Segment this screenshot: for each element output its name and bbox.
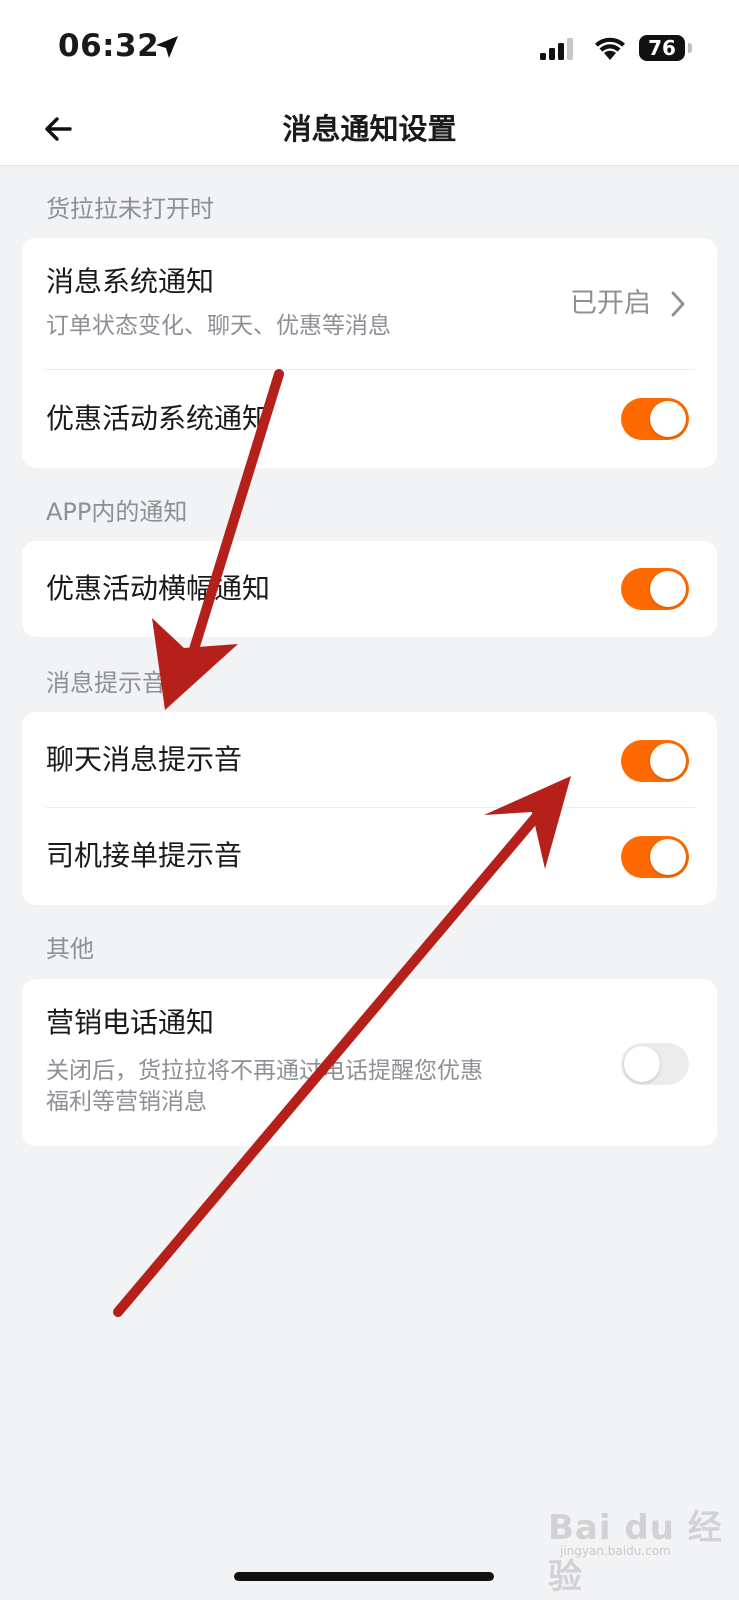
row-title: 聊天消息提示音: [46, 743, 243, 776]
toggle-knob: [650, 571, 686, 607]
card-sound: 聊天消息提示音 司机接单提示音: [22, 712, 717, 905]
row-driver-sound: 司机接单提示音: [22, 808, 717, 905]
row-system-notification[interactable]: 消息系统通知 订单状态变化、聊天、优惠等消息 已开启: [22, 238, 717, 370]
wifi-icon: [595, 37, 625, 60]
row-chat-sound: 聊天消息提示音: [22, 712, 717, 808]
toggle-knob: [650, 401, 686, 437]
row-title: 消息系统通知: [46, 265, 215, 298]
card-other: 营销电话通知 关闭后，货拉拉将不再通过电话提醒您优惠 福利等营销消息: [22, 979, 717, 1146]
home-indicator[interactable]: [234, 1572, 494, 1581]
watermark-url: jingyan.baidu.com: [560, 1544, 671, 1558]
toggle-switch-promo-system[interactable]: [621, 398, 689, 440]
section-label-sound: 消息提示音: [46, 669, 166, 697]
toggle-switch-marketing-call[interactable]: [621, 1043, 689, 1085]
toggle-switch-chat-sound[interactable]: [621, 740, 689, 782]
card-not-opened: 消息系统通知 订单状态变化、聊天、优惠等消息 已开启 优惠活动系统通知: [22, 238, 717, 468]
page-title: 消息通知设置: [282, 112, 457, 146]
row-subtitle-line2: 福利等营销消息: [46, 1089, 207, 1115]
row-subtitle-line1: 关闭后，货拉拉将不再通过电话提醒您优惠: [46, 1058, 483, 1084]
toggle-switch-promo-banner[interactable]: [621, 568, 689, 610]
row-title: 司机接单提示音: [46, 839, 243, 872]
status-value: 已开启: [570, 288, 651, 319]
toggle-knob: [650, 743, 686, 779]
row-promo-system-notification: 优惠活动系统通知: [22, 370, 717, 468]
battery-icon: 76: [639, 35, 685, 61]
toggle-knob: [624, 1046, 660, 1082]
status-bar: 06:32 76: [0, 0, 739, 95]
status-time: 06:32: [58, 28, 160, 64]
card-in-app: 优惠活动横幅通知: [22, 541, 717, 637]
row-title: 优惠活动系统通知: [46, 402, 271, 435]
row-promo-banner: 优惠活动横幅通知: [22, 541, 717, 637]
signal-icon: [540, 38, 573, 60]
nav-bar: 消息通知设置: [0, 95, 739, 166]
row-marketing-call: 营销电话通知 关闭后，货拉拉将不再通过电话提醒您优惠 福利等营销消息: [22, 979, 717, 1146]
section-label-in-app: APP内的通知: [46, 498, 188, 526]
row-title: 优惠活动横幅通知: [46, 572, 271, 605]
toggle-switch-driver-sound[interactable]: [621, 836, 689, 878]
location-arrow-icon: [156, 36, 178, 58]
battery-nub: [688, 43, 692, 53]
row-title: 营销电话通知: [46, 1006, 215, 1039]
section-label-other: 其他: [46, 935, 94, 963]
chevron-right-icon: [671, 291, 685, 317]
row-subtitle: 订单状态变化、聊天、优惠等消息: [46, 313, 391, 339]
section-label-not-opened: 货拉拉未打开时: [46, 195, 214, 223]
toggle-knob: [650, 839, 686, 875]
